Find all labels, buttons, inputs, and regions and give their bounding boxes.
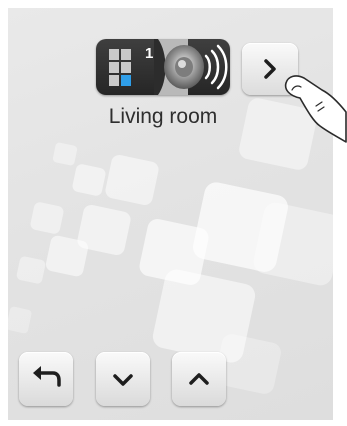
chevron-up-icon: [189, 373, 209, 385]
chevron-down-icon: [113, 374, 133, 386]
zone-number: 1: [145, 45, 154, 62]
speaker-icon: [154, 39, 228, 95]
back-arrow-icon: [33, 366, 61, 387]
selected-zone-cell: [121, 75, 131, 86]
back-button[interactable]: [19, 352, 73, 406]
scroll-up-button[interactable]: [172, 352, 226, 406]
scroll-down-button[interactable]: [96, 352, 150, 406]
zone-grid-icon: [109, 49, 143, 87]
zone-name-label: Living room: [108, 105, 218, 128]
zone-selector-button[interactable]: 1: [96, 39, 230, 95]
pointing-finger-icon: [284, 75, 347, 143]
